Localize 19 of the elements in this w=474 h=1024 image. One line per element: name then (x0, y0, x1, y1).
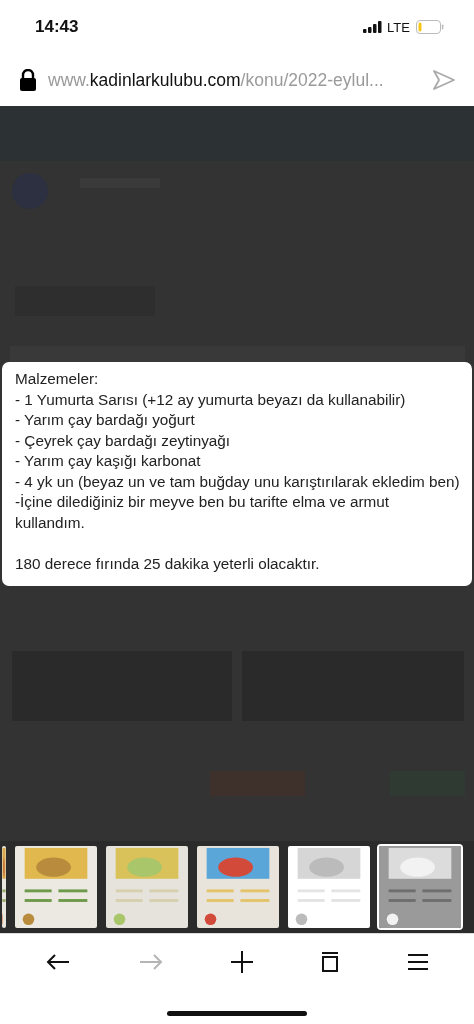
back-arrow-icon (46, 953, 71, 971)
recipe-text-line: - Yarım çay bardağı yoğurt (15, 410, 196, 430)
recipe-text-line: - 4 yk un (beyaz un ve tam buğday unu karıştırılarak ekledim ben) (15, 471, 461, 492)
recipe-text-line: -İçine dilediğiniz bir meyve ben bu tarifte elma ve armut kullandım. (15, 492, 391, 533)
recipe-text-line: - 1 Yumurta Sarısı (+12 ay yumurta beyazı da kullanabilir) (15, 389, 407, 410)
recipe-text-line: - Yarım çay kaşığı karbonat (15, 451, 202, 471)
tabs-icon (321, 952, 340, 972)
plus-icon (230, 951, 253, 973)
battery-icon (416, 20, 444, 34)
recipe-text-line: - Çeyrek çay bardağı zeytinyağı (15, 430, 232, 451)
menu-icon (407, 954, 428, 970)
forward-arrow-icon (138, 953, 163, 971)
status-time: 14:43 (35, 17, 79, 37)
signal-icon (363, 21, 384, 33)
recipe-text-line: Malzemeler: (15, 369, 100, 389)
recipe-text-line: 180 derece fırında 25 dakika yeterli olacaktır. (15, 553, 321, 574)
network-label: LTE (387, 19, 410, 35)
lock-icon (19, 69, 37, 91)
url-link[interactable]: www.kadinlarkulubu.com/konu/2022-eylul... (48, 69, 421, 91)
